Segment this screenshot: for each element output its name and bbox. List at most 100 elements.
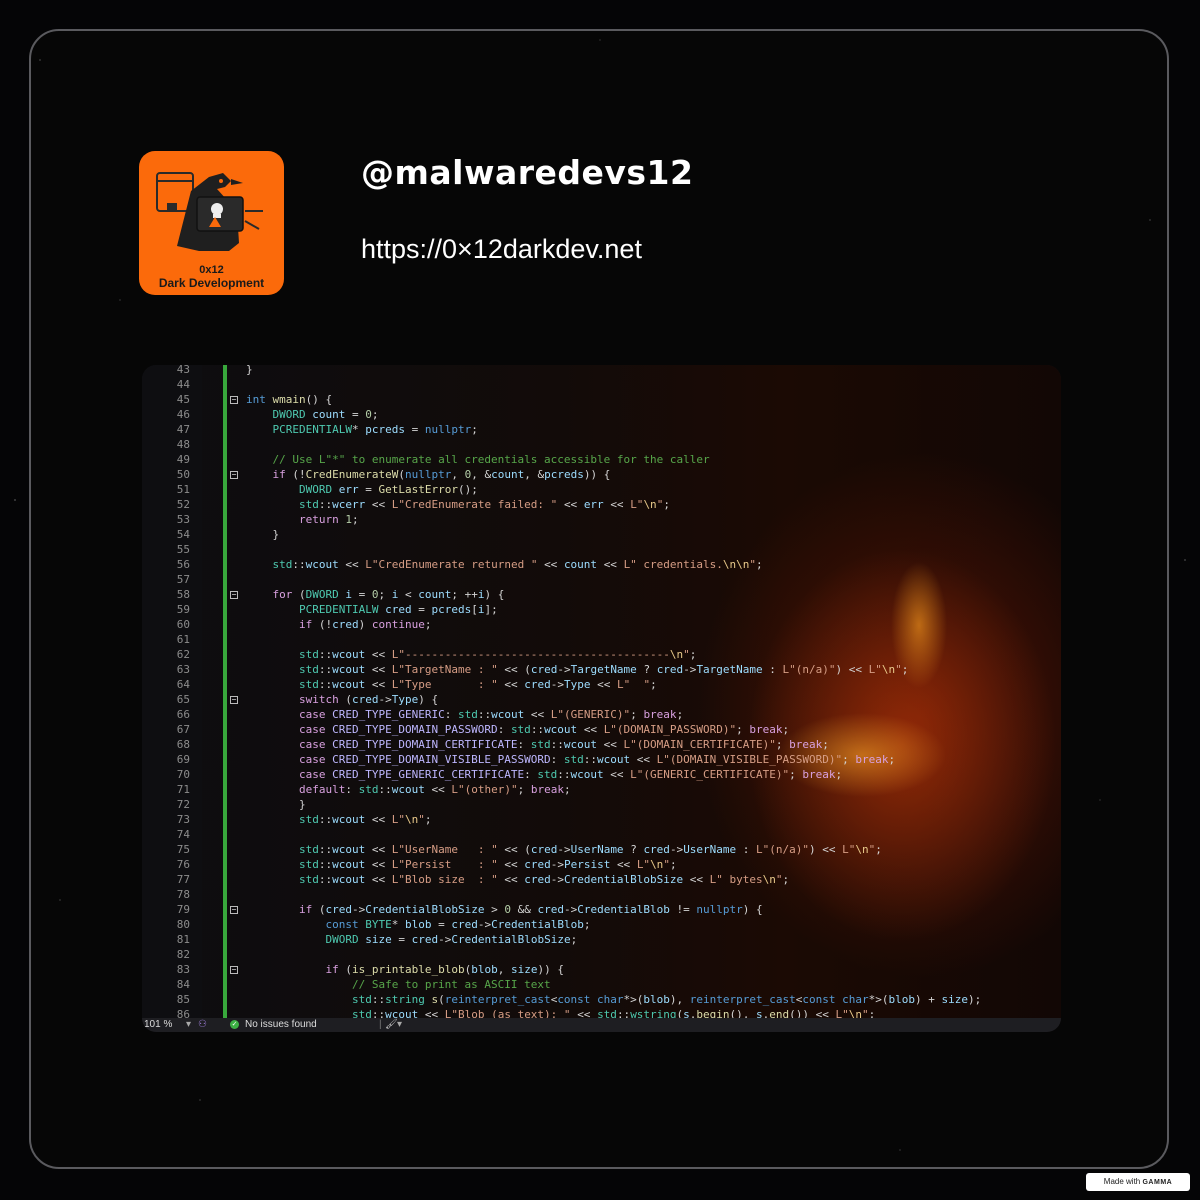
code-line[interactable]: 51 DWORD err = GetLastError(); bbox=[142, 482, 1061, 497]
line-number: 85 bbox=[176, 993, 190, 1006]
status-divider: | bbox=[379, 1019, 382, 1030]
issues-status[interactable]: No issues found bbox=[245, 1018, 317, 1032]
code-line[interactable]: 58 − for (DWORD i = 0; i < count; ++i) { bbox=[142, 587, 1061, 602]
code-line[interactable]: 47 PCREDENTIALW* pcreds = nullptr; bbox=[142, 422, 1061, 437]
line-number: 45 bbox=[176, 393, 190, 406]
code-text: case CRED_TYPE_GENERIC: std::wcout << L"… bbox=[298, 708, 684, 721]
code-line[interactable]: 76 std::wcout << L"Persist : " << cred->… bbox=[142, 857, 1061, 872]
line-number: 49 bbox=[176, 453, 190, 466]
code-line[interactable]: 53 return 1; bbox=[142, 512, 1061, 527]
code-line[interactable]: 80 const BYTE* blob = cred->CredentialBl… bbox=[142, 917, 1061, 932]
code-text: // Safe to print as ASCII text bbox=[351, 978, 551, 991]
code-line[interactable]: 57 bbox=[142, 572, 1061, 587]
code-line[interactable]: 78 bbox=[142, 887, 1061, 902]
line-number: 53 bbox=[176, 513, 190, 526]
line-number: 60 bbox=[176, 618, 190, 631]
code-text: case CRED_TYPE_GENERIC_CERTIFICATE: std:… bbox=[298, 768, 843, 781]
code-line[interactable]: 82 bbox=[142, 947, 1061, 962]
code-text: return 1; bbox=[298, 513, 359, 526]
zoom-level[interactable]: 101 % bbox=[144, 1018, 172, 1032]
code-line[interactable]: 79 − if (cred->CredentialBlobSize > 0 && … bbox=[142, 902, 1061, 917]
code-line[interactable]: 85 std::string s(reinterpret_cast<const … bbox=[142, 992, 1061, 1007]
brush-icon[interactable]: 🖌 bbox=[385, 1018, 398, 1032]
code-line[interactable]: 46 DWORD count = 0; bbox=[142, 407, 1061, 422]
line-number: 84 bbox=[176, 978, 190, 991]
code-text: std::wcerr << L"CredEnumerate failed: " … bbox=[298, 498, 670, 511]
code-line[interactable]: 45 − int wmain() { bbox=[142, 392, 1061, 407]
brand-logo: 0x12 Dark Development bbox=[139, 151, 284, 295]
code-line[interactable]: 50 − if (!CredEnumerateW(nullptr, 0, &cou… bbox=[142, 467, 1061, 482]
editor-status-bar: 101 % ▾ ⚇ ✓ No issues found | 🖌 ▾ bbox=[142, 1018, 1061, 1032]
code-line[interactable]: 43} bbox=[142, 365, 1061, 377]
code-line[interactable]: 59 PCREDENTIALW cred = pcreds[i]; bbox=[142, 602, 1061, 617]
line-number: 74 bbox=[176, 828, 190, 841]
line-number: 47 bbox=[176, 423, 190, 436]
collapse-toggle-icon[interactable]: − bbox=[230, 906, 238, 914]
code-line[interactable]: 61 bbox=[142, 632, 1061, 647]
code-line[interactable]: 65 − switch (cred->Type) { bbox=[142, 692, 1061, 707]
brush-dropdown-icon[interactable]: ▾ bbox=[397, 1018, 402, 1032]
copilot-icon[interactable]: ⚇ bbox=[198, 1018, 207, 1032]
line-number: 78 bbox=[176, 888, 190, 901]
code-line[interactable]: 68 case CRED_TYPE_DOMAIN_CERTIFICATE: st… bbox=[142, 737, 1061, 752]
code-line[interactable]: 56 std::wcout << L"CredEnumerate returne… bbox=[142, 557, 1061, 572]
code-line[interactable]: 71 default: std::wcout << L"(other)"; br… bbox=[142, 782, 1061, 797]
line-number: 83 bbox=[176, 963, 190, 976]
collapse-toggle-icon[interactable]: − bbox=[230, 396, 238, 404]
code-line[interactable]: 49 // Use L"*" to enumerate all credenti… bbox=[142, 452, 1061, 467]
line-number: 68 bbox=[176, 738, 190, 751]
line-number: 77 bbox=[176, 873, 190, 886]
collapse-toggle-icon[interactable]: − bbox=[230, 696, 238, 704]
code-line[interactable]: 54 } bbox=[142, 527, 1061, 542]
code-line[interactable]: 55 bbox=[142, 542, 1061, 557]
code-text: const BYTE* blob = cred->CredentialBlob; bbox=[325, 918, 591, 931]
code-line[interactable]: 64 std::wcout << L"Type : " << cred->Typ… bbox=[142, 677, 1061, 692]
code-line[interactable]: 67 case CRED_TYPE_DOMAIN_PASSWORD: std::… bbox=[142, 722, 1061, 737]
line-number: 50 bbox=[176, 468, 190, 481]
code-line[interactable]: 75 std::wcout << L"UserName : " << (cred… bbox=[142, 842, 1061, 857]
code-text: case CRED_TYPE_DOMAIN_PASSWORD: std::wco… bbox=[298, 723, 790, 736]
code-text: DWORD err = GetLastError(); bbox=[298, 483, 478, 496]
made-with-gamma-badge[interactable]: Made with GAMMA bbox=[1086, 1173, 1190, 1191]
code-line[interactable]: 60 if (!cred) continue; bbox=[142, 617, 1061, 632]
line-number: 46 bbox=[176, 408, 190, 421]
code-line[interactable]: 63 std::wcout << L"TargetName : " << (cr… bbox=[142, 662, 1061, 677]
code-line[interactable]: 73 std::wcout << L"\n"; bbox=[142, 812, 1061, 827]
code-line[interactable]: 44 bbox=[142, 377, 1061, 392]
code-line[interactable]: 48 bbox=[142, 437, 1061, 452]
code-line[interactable]: 83 − if (is_printable_blob(blob, size)) { bbox=[142, 962, 1061, 977]
code-text: case CRED_TYPE_DOMAIN_CERTIFICATE: std::… bbox=[298, 738, 829, 751]
code-area[interactable]: 43} 44 45− int wmain() {46 DWORD count = 0;… bbox=[142, 365, 1061, 1021]
profile-handle: @malwaredevs12 bbox=[361, 153, 694, 192]
line-number: 72 bbox=[176, 798, 190, 811]
code-text: } bbox=[272, 528, 280, 541]
code-text: DWORD count = 0; bbox=[272, 408, 379, 421]
collapse-toggle-icon[interactable]: − bbox=[230, 471, 238, 479]
line-number: 55 bbox=[176, 543, 190, 556]
collapse-toggle-icon[interactable]: − bbox=[230, 591, 238, 599]
code-line[interactable]: 72 } bbox=[142, 797, 1061, 812]
zoom-dropdown-icon[interactable]: ▾ bbox=[186, 1018, 191, 1032]
code-text: default: std::wcout << L"(other)"; break… bbox=[298, 783, 571, 796]
code-line[interactable]: 70 case CRED_TYPE_GENERIC_CERTIFICATE: s… bbox=[142, 767, 1061, 782]
line-number: 62 bbox=[176, 648, 190, 661]
line-number: 43 bbox=[176, 365, 190, 376]
code-line[interactable]: 66 case CRED_TYPE_GENERIC: std::wcout <<… bbox=[142, 707, 1061, 722]
line-number: 59 bbox=[176, 603, 190, 616]
code-text: if (cred->CredentialBlobSize > 0 && cred… bbox=[298, 903, 763, 916]
collapse-toggle-icon[interactable]: − bbox=[230, 966, 238, 974]
line-number: 65 bbox=[176, 693, 190, 706]
code-line[interactable]: 77 std::wcout << L"Blob size : " << cred… bbox=[142, 872, 1061, 887]
code-line[interactable]: 69 case CRED_TYPE_DOMAIN_VISIBLE_PASSWOR… bbox=[142, 752, 1061, 767]
code-line[interactable]: 52 std::wcerr << L"CredEnumerate failed:… bbox=[142, 497, 1061, 512]
code-line[interactable]: 74 bbox=[142, 827, 1061, 842]
code-line[interactable]: 62 std::wcout << L"---------------------… bbox=[142, 647, 1061, 662]
code-text: std::wcout << L"------------------------… bbox=[298, 648, 697, 661]
code-line[interactable]: 81 DWORD size = cred->CredentialBlobSize… bbox=[142, 932, 1061, 947]
profile-url[interactable]: https://0×12darkdev.net bbox=[361, 234, 642, 265]
line-number: 48 bbox=[176, 438, 190, 451]
code-text: DWORD size = cred->CredentialBlobSize; bbox=[325, 933, 578, 946]
line-number: 75 bbox=[176, 843, 190, 856]
line-number: 81 bbox=[176, 933, 190, 946]
code-line[interactable]: 84 // Safe to print as ASCII text bbox=[142, 977, 1061, 992]
